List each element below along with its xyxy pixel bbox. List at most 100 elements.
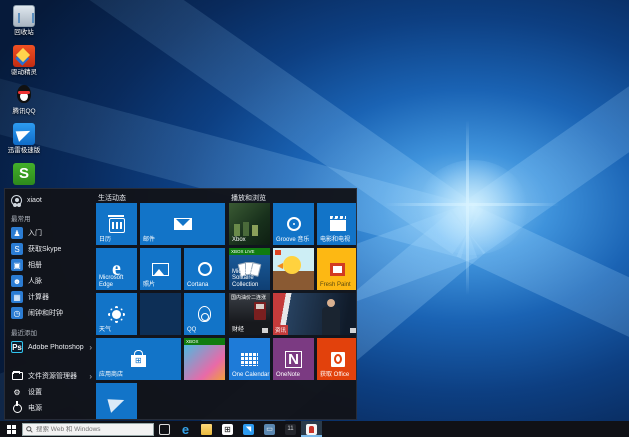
- tile-groove[interactable]: Groove 音乐: [273, 203, 314, 245]
- tile-weather[interactable]: 天气: [96, 293, 137, 335]
- chevron-right-icon[interactable]: ›: [89, 343, 92, 352]
- cortana-icon: [198, 262, 212, 276]
- tile-movies-tv[interactable]: 电影和电视: [317, 203, 357, 245]
- tile-xbox[interactable]: Xbox: [229, 203, 270, 245]
- taskbar-search[interactable]: [22, 423, 154, 436]
- desktop-icon-driver-genius[interactable]: 驱动精灵: [2, 45, 46, 76]
- tile-mail[interactable]: 邮件: [140, 203, 225, 245]
- taskbar-dark-app[interactable]: 11: [280, 421, 301, 437]
- start-menu-left-column: xiaot 最常用 ♟ 入门 S 获取Skype ▣ 相册 ☻ 人脉 ▦ 计算器: [5, 189, 96, 420]
- tile-photos[interactable]: 照片: [140, 248, 181, 290]
- menu-item-alarms-clock[interactable]: ◷ 闹钟和时钟: [11, 305, 96, 321]
- search-icon: [26, 426, 33, 433]
- menu-item-people[interactable]: ☻ 人脉: [11, 273, 96, 289]
- menu-item-all-apps[interactable]: 所有应用 新增: [11, 416, 96, 420]
- flag-icon: [275, 250, 281, 255]
- groove-record-icon: [287, 217, 301, 231]
- dark-app-icon: 11: [285, 424, 296, 435]
- edge-icon: e: [180, 424, 191, 435]
- recycle-bin-icon: [13, 5, 35, 27]
- photos-icon: [152, 263, 169, 276]
- people-icon: ☻: [11, 275, 23, 287]
- menu-item-calculator[interactable]: ▦ 计算器: [11, 289, 96, 305]
- wallpaper-glow: [418, 160, 528, 255]
- game-app-icon: [306, 424, 317, 435]
- news-label-chip: 资讯: [273, 325, 288, 335]
- thunder-bird-icon: [13, 123, 35, 145]
- tile-chick-game[interactable]: [273, 248, 314, 290]
- windows-logo-icon: [7, 425, 16, 434]
- paper-plane-icon: [107, 395, 126, 413]
- tile-send[interactable]: [96, 383, 137, 420]
- qq-penguin-icon: [13, 84, 35, 106]
- task-view-button[interactable]: [154, 421, 175, 437]
- desktop-icon-thunder[interactable]: 迅雷极速版: [2, 123, 46, 154]
- power-icon: [11, 402, 23, 414]
- tile-fresh-paint[interactable]: Fresh Paint: [317, 248, 357, 290]
- tile-qq[interactable]: QQ: [184, 293, 225, 335]
- thunder-bird-icon: [243, 424, 254, 435]
- search-input[interactable]: [36, 426, 146, 433]
- tile-news[interactable]: 资讯: [273, 293, 357, 335]
- tile-group-header-play: 播放和浏览: [231, 193, 266, 203]
- user-name: xiaot: [27, 197, 42, 204]
- skype-icon: S: [11, 243, 23, 255]
- qq-outline-icon: [198, 306, 211, 322]
- tile-group-header-life: 生活动态: [98, 193, 126, 203]
- clock-icon: ◷: [11, 307, 23, 319]
- desktop-icon-recycle-bin[interactable]: 回收站: [2, 5, 46, 36]
- tile-news-finance[interactable]: 国内油价二连涨 财经: [229, 293, 270, 335]
- start-button[interactable]: [0, 421, 22, 437]
- desktop: 回收站 驱动精灵 腾讯QQ 迅雷极速版 S xiaot 最常用 ♟ 入门 S: [0, 0, 629, 437]
- office-icon: [331, 352, 345, 367]
- taskbar-edge[interactable]: e: [175, 421, 196, 437]
- clapperboard-icon: [330, 220, 346, 231]
- new-apps-badge: 新增: [79, 419, 92, 420]
- tile-store[interactable]: 应用商店: [96, 338, 181, 380]
- menu-item-settings[interactable]: ⚙ 设置: [11, 384, 96, 400]
- user-account-button[interactable]: xiaot: [11, 193, 96, 207]
- menu-item-photos[interactable]: ▣ 相册: [11, 257, 96, 273]
- store-bag-icon: ⊞: [222, 424, 233, 435]
- tile-onenote[interactable]: N OneNote: [273, 338, 314, 380]
- desktop-icon-s-app[interactable]: S: [2, 163, 46, 185]
- desktop-icon-label: 迅雷极速版: [2, 147, 46, 154]
- photos-icon: ▣: [11, 259, 23, 271]
- menu-item-get-started[interactable]: ♟ 入门: [11, 225, 96, 241]
- tile-badge: [350, 328, 356, 333]
- tile-cortana[interactable]: Cortana: [184, 248, 225, 290]
- tile-solitaire[interactable]: XBOX LIVE Microsoft Solitaire Collection: [229, 248, 270, 290]
- desktop-icon-label: 回收站: [2, 29, 46, 36]
- taskbar-file-explorer[interactable]: [196, 421, 217, 437]
- taskbar-thunder[interactable]: [238, 421, 259, 437]
- get-started-icon: ♟: [11, 227, 23, 239]
- tile-one-calendar[interactable]: One Calendar: [229, 338, 270, 380]
- chick-art: [283, 256, 301, 274]
- news-headline: 国内油价二连涨: [231, 295, 266, 301]
- tile-calendar[interactable]: 日历: [96, 203, 137, 245]
- tile-edge[interactable]: e Microsoft Edge: [96, 248, 137, 290]
- chevron-right-icon[interactable]: ›: [89, 372, 92, 381]
- tile-get-office[interactable]: 获取 Office: [317, 338, 357, 380]
- mail-envelope-icon: [174, 218, 192, 230]
- easel-icon: [330, 263, 345, 276]
- menu-item-get-skype[interactable]: S 获取Skype: [11, 241, 96, 257]
- driver-genius-icon: [13, 45, 35, 67]
- menu-item-power[interactable]: 电源: [11, 400, 96, 416]
- video-app-icon: [264, 424, 275, 435]
- tile-empty[interactable]: [140, 293, 181, 335]
- menu-item-photoshop[interactable]: Ps Adobe Photoshop U... ›: [11, 339, 96, 355]
- gear-icon: ⚙: [11, 386, 23, 398]
- task-view-icon: [159, 424, 170, 435]
- menu-item-file-explorer[interactable]: 文件资源管理器 ›: [11, 368, 96, 384]
- tile-xbox-game[interactable]: XBOX: [184, 338, 225, 380]
- desktop-icon-tencent-qq[interactable]: 腾讯QQ: [2, 84, 46, 115]
- taskbar-store[interactable]: ⊞: [217, 421, 238, 437]
- store-bag-icon: [131, 355, 146, 367]
- taskbar-game-app-active[interactable]: [301, 421, 322, 437]
- taskbar-video-app[interactable]: [259, 421, 280, 437]
- tile-badge: [262, 328, 268, 333]
- photoshop-icon: Ps: [11, 341, 23, 353]
- petrol-pump-photo: [254, 302, 266, 320]
- section-header-most-used: 最常用: [11, 213, 96, 223]
